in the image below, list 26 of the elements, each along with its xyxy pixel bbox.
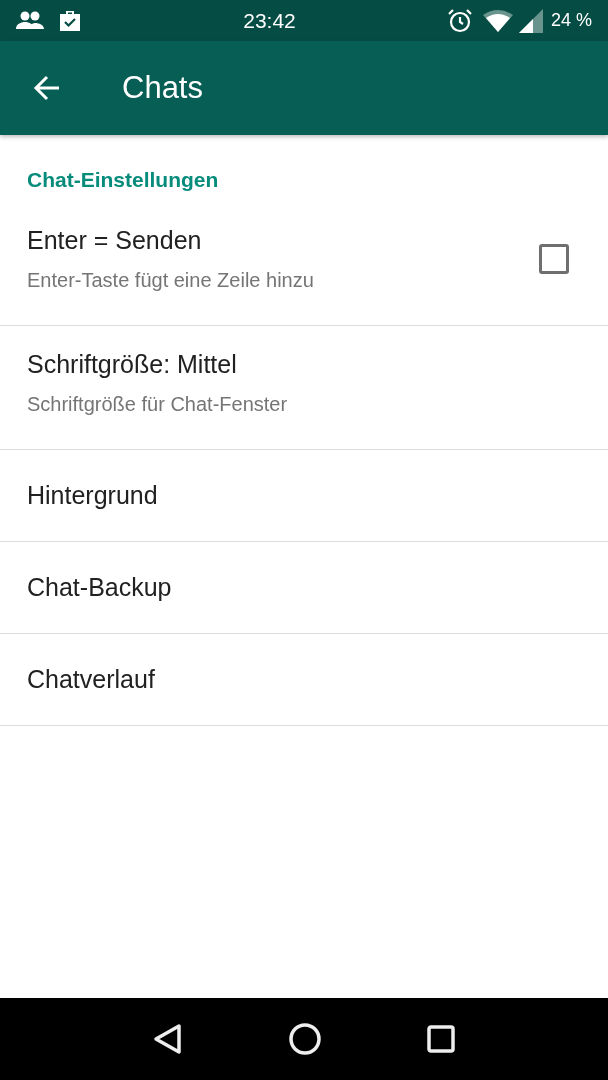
setting-description: Enter-Taste fügt eine Zeile hinzu bbox=[27, 268, 315, 294]
settings-item[interactable]: Hintergrund bbox=[0, 450, 608, 542]
back-nav-icon[interactable] bbox=[153, 1023, 183, 1055]
settings-item[interactable]: Chatverlauf bbox=[0, 634, 608, 726]
clock-time: 23:42 bbox=[243, 7, 296, 34]
settings-item[interactable]: Chat-Backup bbox=[0, 542, 608, 634]
checkbox[interactable] bbox=[539, 243, 569, 274]
recents-nav-icon[interactable] bbox=[427, 1025, 455, 1053]
section-header: Chat-Einstellungen bbox=[27, 166, 219, 193]
setting-title: Hintergrund bbox=[27, 479, 159, 511]
setting-description: Schriftgröße für Chat-Fenster bbox=[27, 392, 289, 418]
briefcase-check-icon bbox=[58, 8, 82, 33]
setting-title: Chatverlauf bbox=[27, 663, 156, 695]
alarm-icon bbox=[446, 7, 473, 34]
setting-title: Chat-Backup bbox=[27, 571, 173, 603]
settings-item[interactable]: Schriftgröße: Mittel Schriftgröße für Chat-Fenster bbox=[0, 326, 608, 450]
settings-item[interactable]: Enter = Senden Enter-Taste fügt eine Zeile hinzu bbox=[0, 202, 608, 326]
battery-percentage: 24 % bbox=[550, 9, 592, 32]
contacts-icon bbox=[16, 10, 44, 31]
screen-title: Chats bbox=[122, 68, 203, 107]
home-nav-icon[interactable] bbox=[289, 1023, 321, 1055]
wifi-icon bbox=[482, 8, 513, 33]
setting-title: Schriftgröße: Mittel bbox=[27, 348, 238, 380]
setting-title: Enter = Senden bbox=[27, 224, 203, 256]
back-arrow-icon bbox=[33, 74, 61, 102]
signal-icon bbox=[518, 8, 543, 33]
